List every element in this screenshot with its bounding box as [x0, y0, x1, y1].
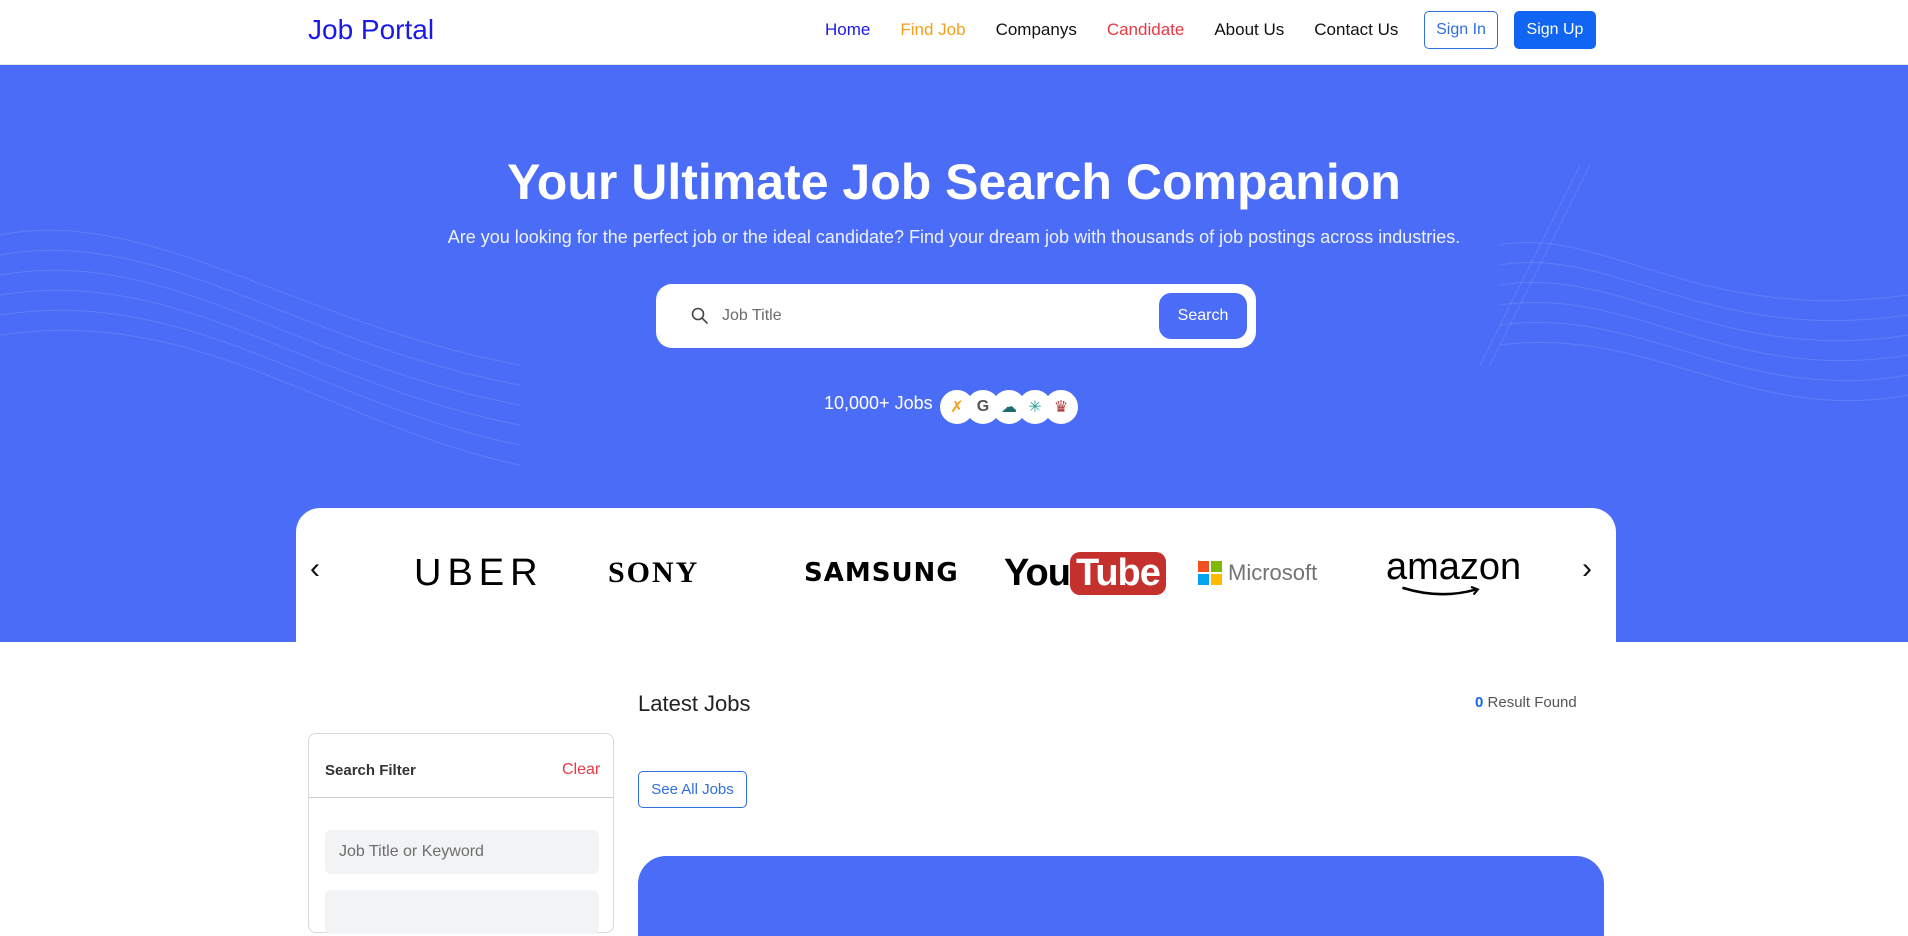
top-navbar: Job Portal Home Find Job Companys Candid… — [0, 0, 1908, 65]
sony-logo: SONY — [608, 556, 700, 589]
filter-clear-link[interactable]: Clear — [562, 761, 600, 779]
youtube-logo: You Tube — [1004, 548, 1166, 598]
jobs-count: 10,000+ Jobs — [824, 393, 933, 413]
result-count: 0 Result Found — [1475, 694, 1577, 711]
brand-logo[interactable]: Job Portal — [308, 14, 434, 46]
hero-subtitle: Are you looking for the perfect job or t… — [447, 227, 1461, 247]
keyword-filter-input[interactable] — [325, 830, 599, 874]
carousel-next-icon[interactable]: › — [1582, 552, 1592, 586]
sign-in-button[interactable]: Sign In — [1424, 11, 1498, 49]
second-filter-input[interactable] — [325, 890, 599, 934]
search-button[interactable]: Search — [1159, 293, 1247, 339]
hero-section: Your Ultimate Job Search Companion Are y… — [0, 65, 1908, 642]
filter-header: Search Filter Clear — [309, 734, 613, 798]
nav-about-us[interactable]: About Us — [1214, 20, 1284, 40]
nav-companys[interactable]: Companys — [996, 20, 1077, 40]
hero-title: Your Ultimate Job Search Companion — [507, 154, 1401, 210]
nav-contact-us[interactable]: Contact Us — [1314, 20, 1398, 40]
samsung-logo: SAMSUNG — [804, 558, 959, 588]
uber-logo: UBER — [414, 551, 544, 594]
brand-carousel: ‹ UBER SONY SAMSUNG You Tube Microsoft am… — [296, 508, 1616, 642]
nav-links: Home Find Job Companys Candidate About U… — [825, 20, 1428, 40]
microsoft-logo: Microsoft — [1198, 548, 1317, 598]
company-avatar-icon: ♛ — [1044, 390, 1078, 424]
carousel-prev-icon[interactable]: ‹ — [310, 552, 320, 586]
amazon-smile-icon — [1402, 586, 1480, 596]
search-icon — [691, 307, 708, 324]
hero-search-box: Search — [656, 284, 1256, 348]
filter-title: Search Filter — [325, 762, 416, 779]
see-all-jobs-button[interactable]: See All Jobs — [638, 771, 747, 808]
microsoft-icon — [1198, 561, 1222, 585]
amazon-logo: amazon — [1386, 548, 1521, 598]
job-title-search-input[interactable] — [722, 302, 1122, 330]
nav-home[interactable]: Home — [825, 20, 870, 40]
nav-find-job[interactable]: Find Job — [900, 20, 965, 40]
nav-candidate[interactable]: Candidate — [1107, 20, 1185, 40]
latest-jobs-title: Latest Jobs — [638, 691, 751, 716]
job-banner — [638, 856, 1604, 936]
sign-up-button[interactable]: Sign Up — [1514, 11, 1596, 49]
search-filter-card: Search Filter Clear — [308, 733, 614, 934]
